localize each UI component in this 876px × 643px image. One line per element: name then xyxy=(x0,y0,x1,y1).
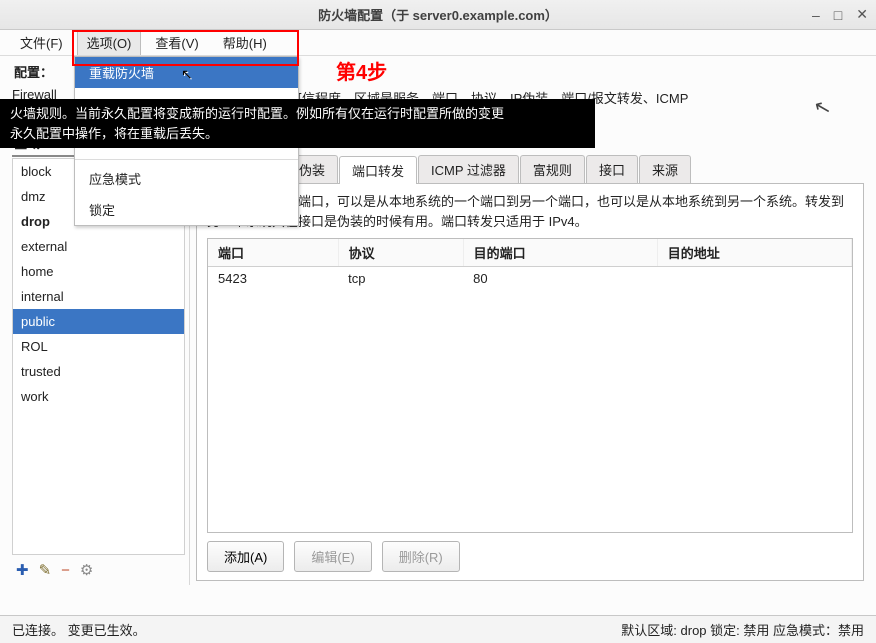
cell-dst_addr xyxy=(657,267,851,291)
cursor-icon: ↖ xyxy=(181,66,193,83)
zone-item-internal[interactable]: internal xyxy=(13,284,184,309)
config-zone-icon[interactable]: ⚙ xyxy=(80,561,93,579)
dropdown-lockdown[interactable]: 锁定 xyxy=(75,194,298,225)
edit-zone-icon[interactable]: ✎ xyxy=(39,561,52,579)
menu-view[interactable]: 查看(V) xyxy=(145,30,208,55)
col-header[interactable]: 端口 xyxy=(208,239,338,267)
col-header[interactable]: 目的地址 xyxy=(657,239,851,267)
col-header[interactable]: 协议 xyxy=(338,239,463,267)
zone-item-work[interactable]: work xyxy=(13,384,184,409)
port-forward-panel: 添加条目来转发端口，可以是从本地系统的一个端口到另一个端口，也可以是从本地系统到… xyxy=(196,184,864,581)
close-icon[interactable]: ✕ xyxy=(856,6,868,23)
zone-item-public[interactable]: public xyxy=(13,309,184,334)
status-left: 已连接。 变更已生效。 xyxy=(12,620,146,639)
sidebar-tools: ✚ ✎ − ⚙ xyxy=(12,555,185,585)
tooltip-overlay: 火墙规则。当前永久配置将变成新的运行时配置。例如所有仅在运行时配置所做的变更 永… xyxy=(0,99,595,148)
cell-proto: tcp xyxy=(338,267,463,291)
statusbar: 已连接。 变更已生效。 默认区域: drop 锁定: 禁用 应急模式：禁用 xyxy=(0,615,876,643)
edit-button[interactable]: 编辑(E) xyxy=(294,541,371,572)
cell-port: 5423 xyxy=(208,267,338,291)
config-label: 配置： xyxy=(14,62,53,81)
dropdown-emergency-mode[interactable]: 应急模式 xyxy=(75,163,298,194)
tooltip-line2: 永久配置中操作，将在重载后丢失。 xyxy=(10,124,585,144)
menu-help[interactable]: 帮助(H) xyxy=(213,30,277,55)
port-forward-description: 添加条目来转发端口，可以是从本地系统的一个端口到另一个端口，也可以是从本地系统到… xyxy=(207,192,853,232)
table-row[interactable]: 5423tcp80 xyxy=(208,267,852,291)
port-forward-table[interactable]: 端口协议目的端口目的地址 5423tcp80 xyxy=(207,238,853,533)
zone-item-trusted[interactable]: trusted xyxy=(13,359,184,384)
col-header[interactable]: 目的端口 xyxy=(463,239,657,267)
dropdown-reload-firewall[interactable]: 重载防火墙 ↖ xyxy=(75,57,298,88)
remove-zone-icon[interactable]: − xyxy=(61,562,70,579)
tabs: 伪装端口转发ICMP 过滤器富规则接口来源 xyxy=(286,155,864,184)
tab-1[interactable]: 端口转发 xyxy=(339,156,417,184)
tab-3[interactable]: 富规则 xyxy=(520,155,585,183)
dropdown-separator xyxy=(75,159,298,160)
cell-dst_port: 80 xyxy=(463,267,657,291)
maximize-icon[interactable]: □ xyxy=(834,7,842,23)
status-right: 默认区域: drop 锁定: 禁用 应急模式：禁用 xyxy=(621,620,864,639)
tooltip-line1: 火墙规则。当前永久配置将变成新的运行时配置。例如所有仅在运行时配置所做的变更 xyxy=(10,104,585,124)
dropdown-reload-label: 重载防火墙 xyxy=(89,66,154,81)
window-controls: – □ ✕ xyxy=(812,0,868,29)
add-zone-icon[interactable]: ✚ xyxy=(16,561,29,579)
tab-5[interactable]: 来源 xyxy=(639,155,691,183)
zone-item-home[interactable]: home xyxy=(13,259,184,284)
tab-2[interactable]: ICMP 过滤器 xyxy=(418,155,519,183)
remove-button[interactable]: 删除(R) xyxy=(382,541,460,572)
add-button[interactable]: 添加(A) xyxy=(207,541,284,572)
minimize-icon[interactable]: – xyxy=(812,7,820,23)
menu-options[interactable]: 选项(O) xyxy=(77,30,142,55)
menu-file[interactable]: 文件(F) xyxy=(10,30,73,55)
titlebar: 防火墙配置（于 server0.example.com） – □ ✕ xyxy=(0,0,876,30)
tab-4[interactable]: 接口 xyxy=(586,155,638,183)
zone-item-rol[interactable]: ROL xyxy=(13,334,184,359)
zone-item-external[interactable]: external xyxy=(13,234,184,259)
menubar: 文件(F) 选项(O) 查看(V) 帮助(H) xyxy=(0,30,876,56)
panel-buttons: 添加(A) 编辑(E) 删除(R) xyxy=(207,533,853,572)
window-title: 防火墙配置（于 server0.example.com） xyxy=(318,5,558,24)
